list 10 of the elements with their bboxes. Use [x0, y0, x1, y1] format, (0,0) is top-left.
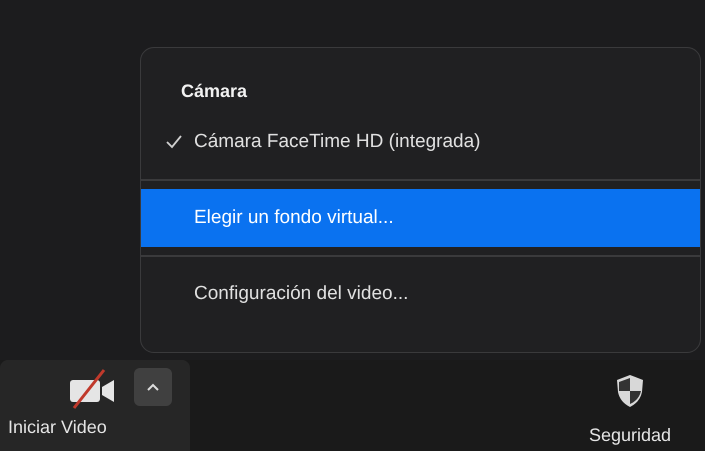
menu-item[interactable]: Elegir un fondo virtual...: [141, 189, 700, 247]
video-options-button[interactable]: [134, 368, 172, 406]
start-video-button[interactable]: Iniciar Video: [8, 414, 107, 441]
checkmark-icon: [166, 135, 182, 149]
shield-icon: [615, 374, 645, 408]
menu-item[interactable]: Cámara FaceTime HD (integrada): [141, 113, 700, 171]
security-button[interactable]: Seguridad: [565, 360, 705, 451]
menu-header: Cámara: [181, 80, 248, 103]
menu-item[interactable]: Configuración del video...: [141, 265, 700, 323]
caret-up-icon: [146, 382, 160, 392]
